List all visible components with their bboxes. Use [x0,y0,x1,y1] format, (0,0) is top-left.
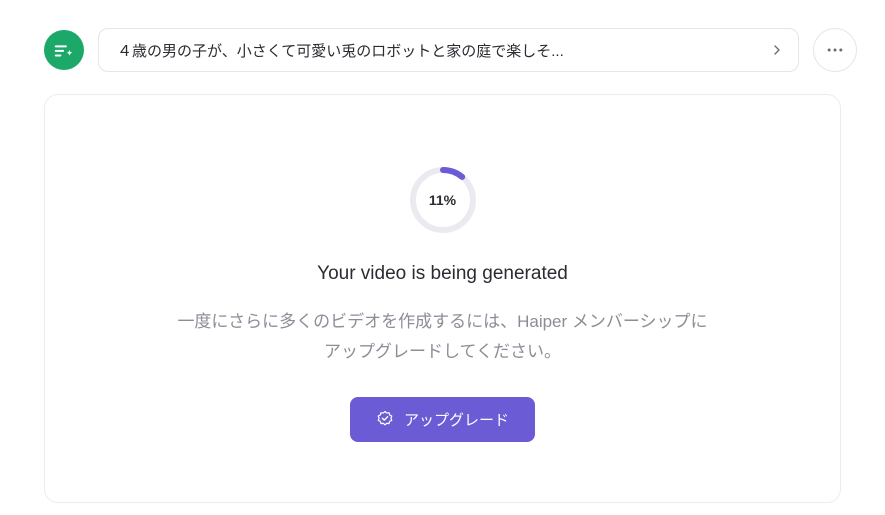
progress-percent-label: 11% [408,165,478,235]
progress-ring: 11% [408,165,478,235]
generation-subtext: 一度にさらに多くのビデオを作成するには、Haiper メンバーシップにアップグレ… [173,307,713,367]
generation-heading: Your video is being generated [317,263,568,285]
header-bar: ４歳の男の子が、小さくて可愛い兎のロボットと家の庭で楽しそ... [0,0,885,72]
prompt-text: ４歳の男の子が、小さくて可愛い兎のロボットと家の庭で楽しそ... [117,40,756,61]
chevron-right-icon[interactable] [766,39,788,61]
more-menu-button[interactable] [813,28,857,72]
badge-check-icon [376,410,394,428]
upgrade-button[interactable]: アップグレード [350,397,535,442]
upgrade-button-label: アップグレード [404,409,509,430]
generation-card: 11% Your video is being generated 一度にさらに… [44,94,841,503]
prompt-bar[interactable]: ４歳の男の子が、小さくて可愛い兎のロボットと家の庭で楽しそ... [98,28,799,72]
brand-logo-icon [44,30,84,70]
ellipsis-icon [825,40,845,60]
